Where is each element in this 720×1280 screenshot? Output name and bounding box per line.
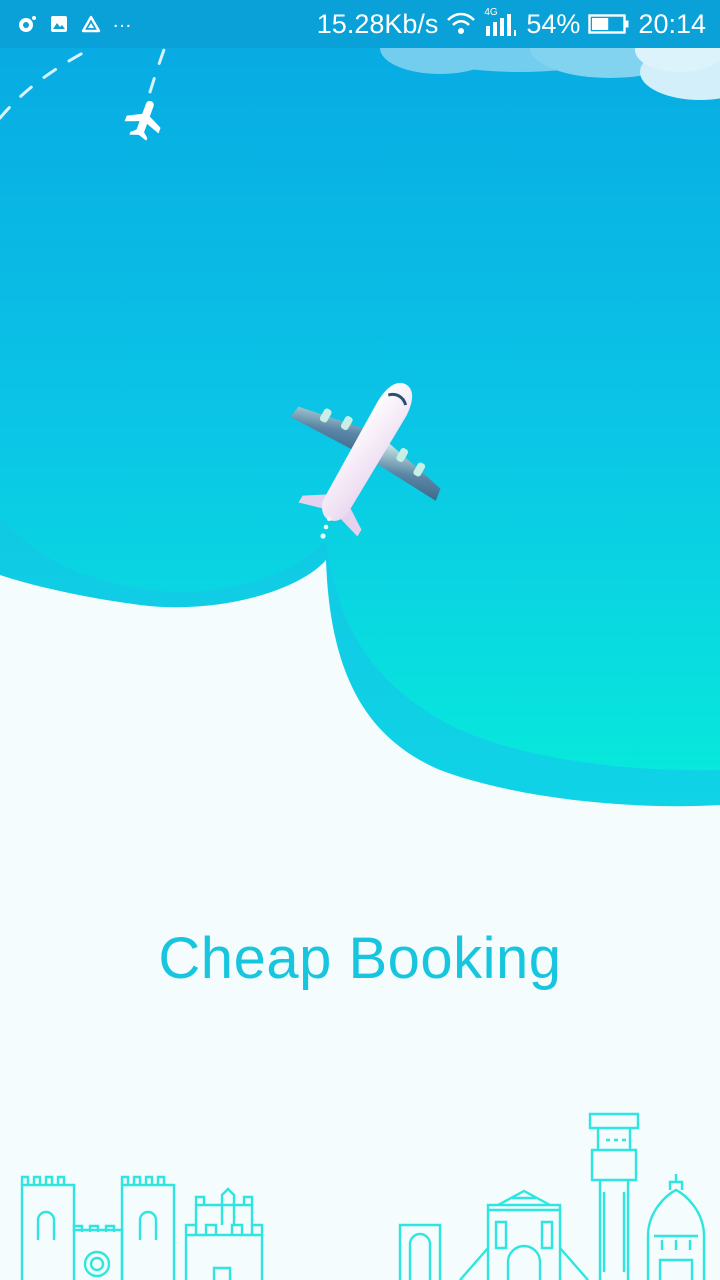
- battery-icon: [588, 13, 630, 35]
- notification-icons: …: [16, 10, 133, 36]
- clock: 20:14: [638, 8, 706, 39]
- more-notifications-indicator: …: [112, 10, 133, 32]
- network-type: 4G: [484, 7, 498, 18]
- app-title: Cheap Booking: [158, 926, 562, 991]
- network-speed: 15.28Kb/s: [316, 8, 439, 39]
- signal-icon: 4G: [484, 8, 518, 36]
- status-bar: … 15.28Kb/s 4G 54% 20:14: [0, 0, 720, 48]
- image-icon: [48, 13, 70, 35]
- wifi-icon: [446, 12, 476, 36]
- city-skyline: [20, 1112, 706, 1280]
- system-status: 15.28Kb/s 4G 54% 20:14: [317, 8, 706, 40]
- battery-percent: 54%: [526, 8, 581, 39]
- drive-icon: [80, 13, 102, 35]
- splash-illustration: [0, 0, 720, 1280]
- sync-icon: [16, 13, 38, 35]
